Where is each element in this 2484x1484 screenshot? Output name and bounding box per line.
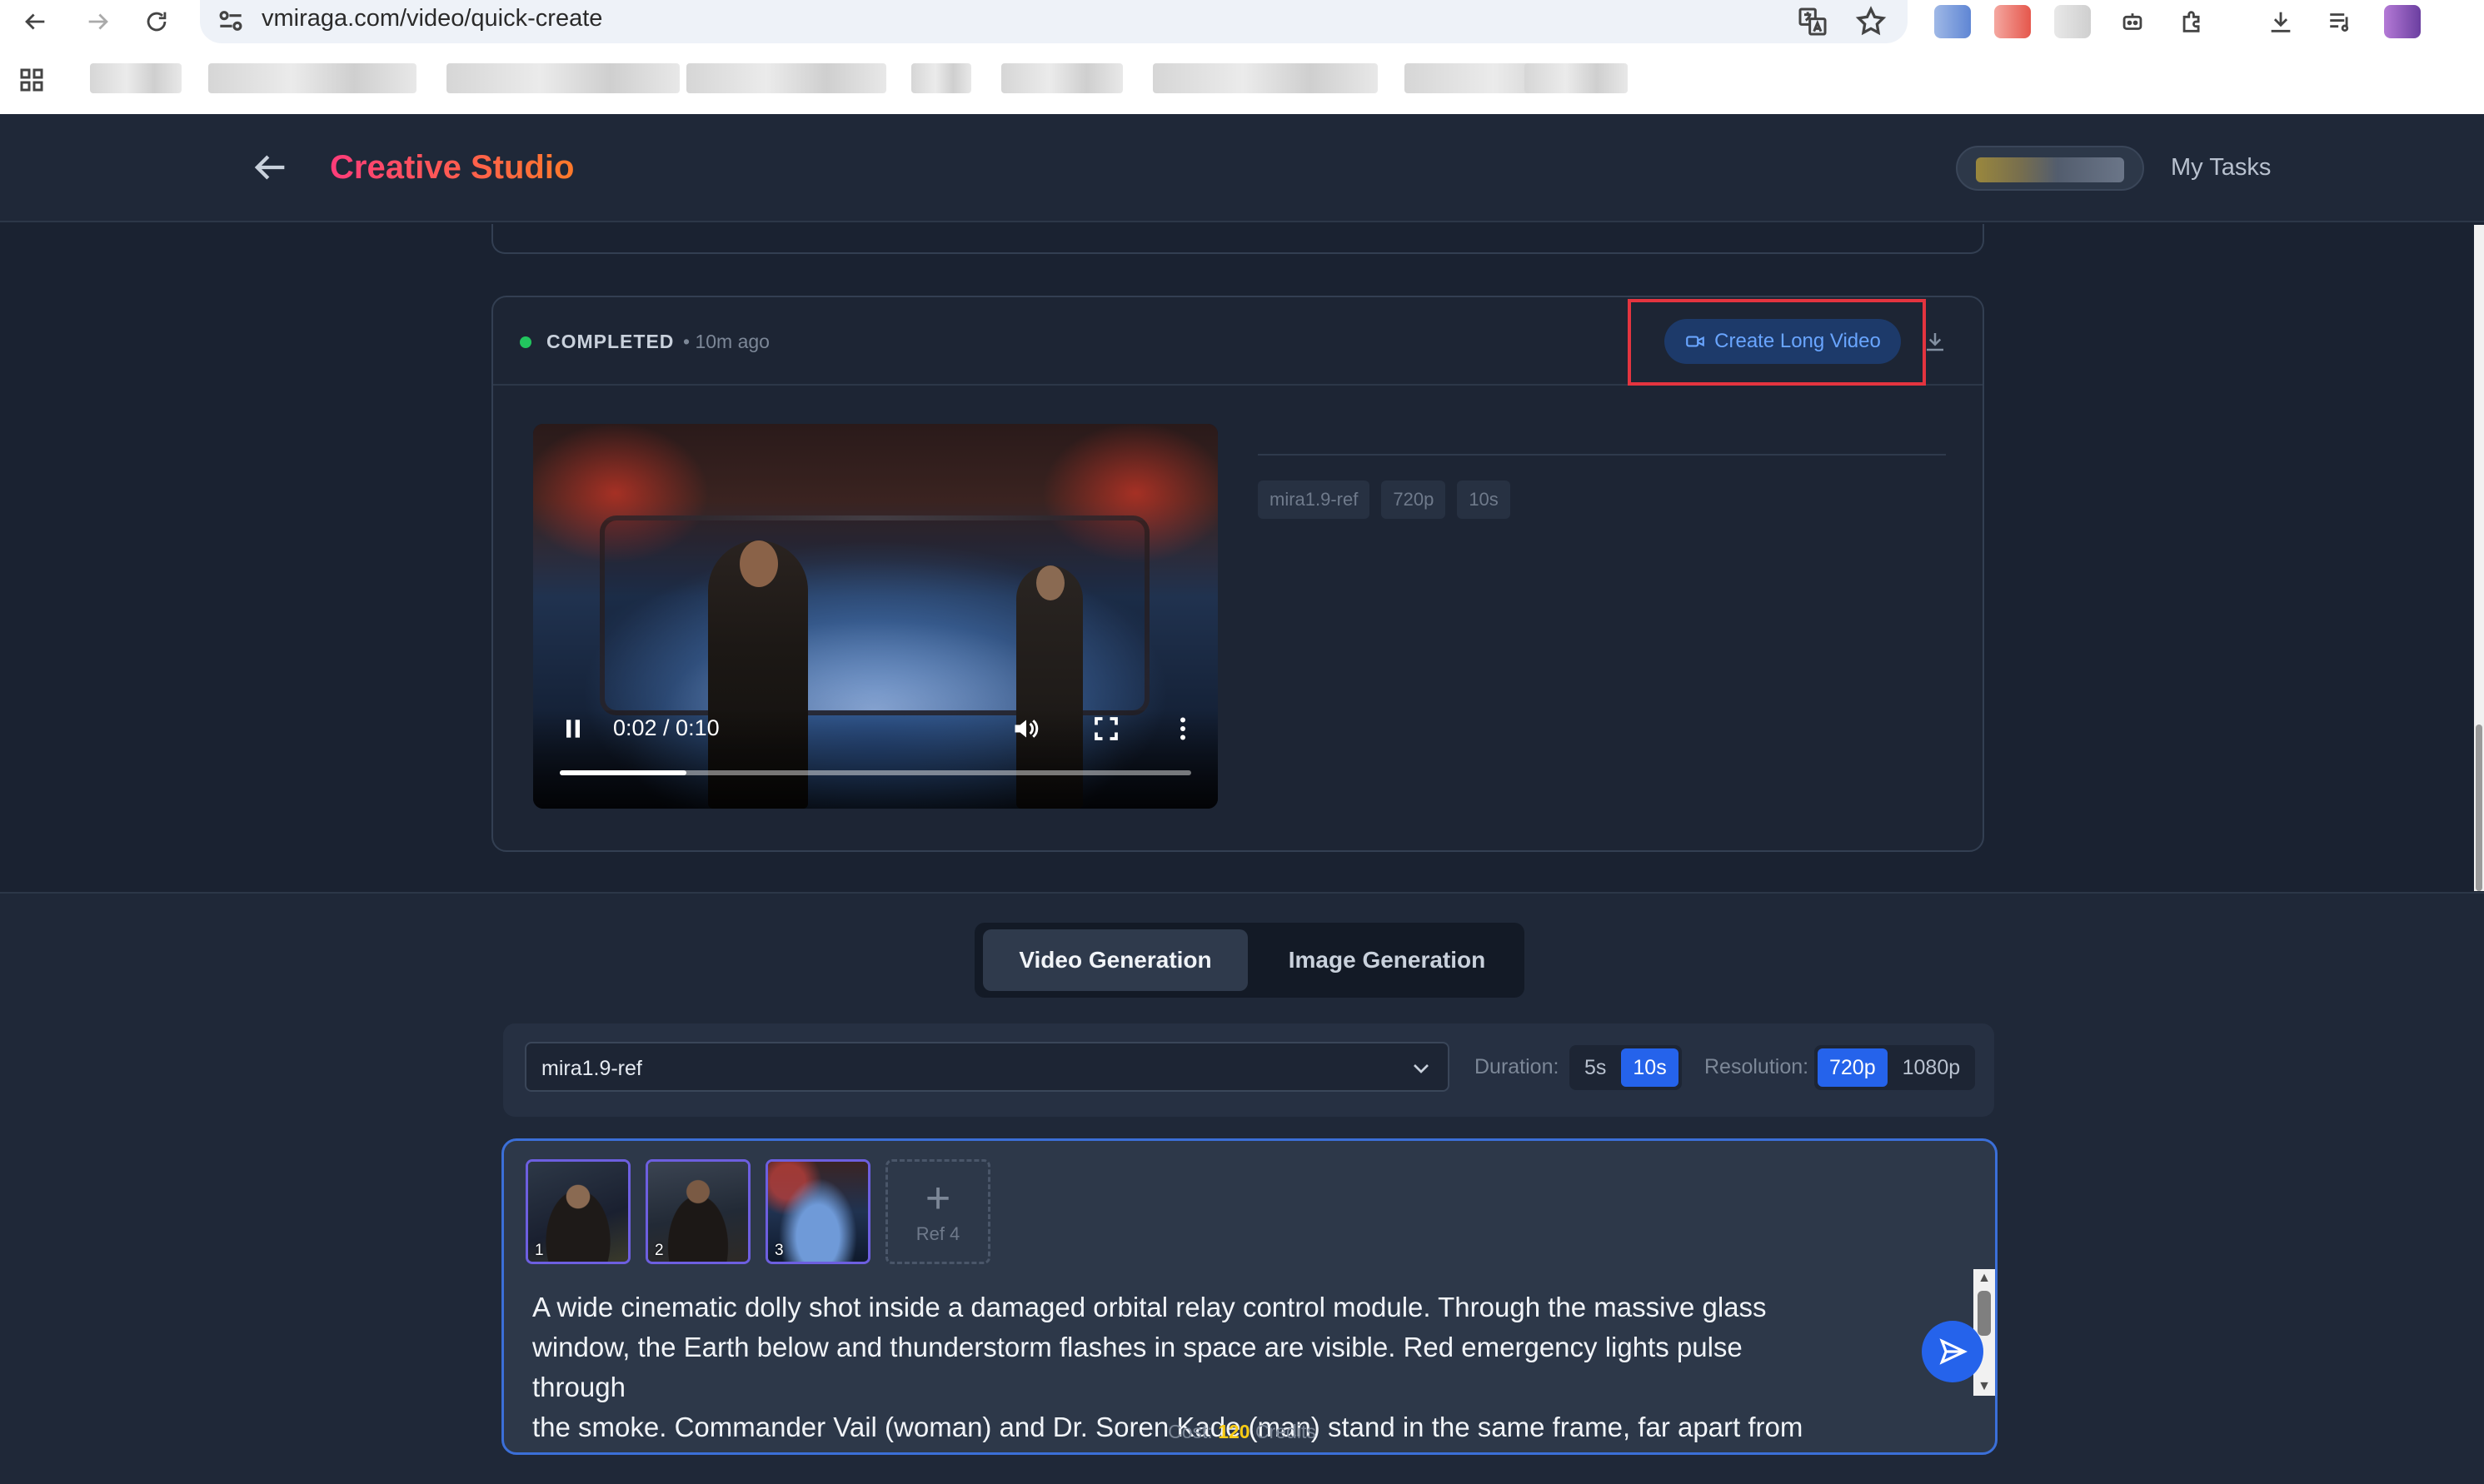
browser-chrome: vmiraga.com/video/quick-create: [0, 0, 2484, 114]
duration-5s[interactable]: 5s: [1573, 1048, 1618, 1087]
account-pill[interactable]: [1956, 146, 2144, 191]
extension-icon-3[interactable]: [2054, 5, 2091, 38]
bookmark-item[interactable]: [1001, 63, 1123, 93]
app-header: Creative Studio My Tasks: [0, 114, 2484, 222]
resolution-1080p[interactable]: 1080p: [1891, 1048, 1973, 1087]
model-select[interactable]: mira1.9-ref: [525, 1042, 1449, 1092]
bookmark-star-icon[interactable]: [1854, 5, 1888, 38]
reference-image[interactable]: 2: [646, 1159, 751, 1264]
address-bar[interactable]: vmiraga.com/video/quick-create: [200, 0, 1908, 43]
status-time: • 10m ago: [683, 331, 770, 352]
back-icon[interactable]: [17, 3, 53, 40]
duration-toggle: 5s 10s: [1569, 1045, 1682, 1090]
task-card: COMPLETED • 10m ago Create Long Video 0:…: [491, 296, 1984, 852]
add-reference-label: Ref 4: [915, 1223, 960, 1244]
bookmark-item[interactable]: [208, 63, 416, 93]
scroll-up-icon[interactable]: ▲: [1977, 1271, 1992, 1286]
robot-extension-icon[interactable]: [2114, 3, 2151, 40]
more-options-icon[interactable]: [1168, 714, 1198, 744]
volume-icon[interactable]: [1011, 714, 1041, 744]
resolution-toggle: 720p 1080p: [1814, 1045, 1976, 1090]
bookmark-item[interactable]: [90, 63, 182, 93]
cost-label: Cost:: [1168, 1421, 1213, 1442]
scroll-thumb[interactable]: [1978, 1291, 1991, 1336]
prompt-box[interactable]: 1 2 3 + Ref 4 A wide cinematic dolly sho…: [501, 1138, 1998, 1455]
previous-task-card: [491, 224, 1984, 254]
model-select-value: mira1.9-ref: [541, 1057, 642, 1080]
generation-settings: mira1.9-ref Duration: 5s 10s Resolution:…: [503, 1023, 1994, 1117]
tag-duration: 10s: [1457, 481, 1510, 519]
resolution-label: Resolution:: [1704, 1055, 1809, 1078]
add-reference-button[interactable]: + Ref 4: [885, 1159, 990, 1264]
reference-number: 3: [775, 1242, 784, 1259]
redacted-account: [1976, 157, 2124, 182]
page-scrollbar[interactable]: [2474, 225, 2484, 891]
fullscreen-icon[interactable]: [1091, 714, 1121, 744]
bookmarks-bar: [0, 60, 2484, 100]
pause-icon[interactable]: [560, 715, 586, 742]
cost-unit: Credits: [1254, 1421, 1316, 1442]
video-progress-fill: [560, 770, 686, 775]
bookmark-item[interactable]: [686, 63, 886, 93]
tab-image-generation[interactable]: Image Generation: [1258, 929, 1516, 991]
tab-video-generation[interactable]: Video Generation: [983, 929, 1248, 991]
my-tasks-link[interactable]: My Tasks: [2171, 154, 2271, 182]
extension-icon-1[interactable]: [1934, 5, 1971, 38]
scroll-down-icon[interactable]: ▼: [1977, 1379, 1992, 1394]
task-tags: mira1.9-ref 720p 10s: [1258, 481, 1510, 519]
reference-image[interactable]: 3: [766, 1159, 870, 1264]
status-label: COMPLETED: [546, 331, 675, 352]
tag-resolution: 720p: [1381, 481, 1446, 519]
reload-icon[interactable]: [138, 3, 175, 40]
video-camera-icon: [1686, 336, 1704, 347]
tag-model: mira1.9-ref: [1258, 481, 1370, 519]
cost-line: Cost: 120 Credits: [0, 1421, 2484, 1443]
site-info-icon[interactable]: [215, 5, 247, 37]
reference-number: 1: [535, 1242, 544, 1259]
bookmark-item[interactable]: [446, 63, 680, 93]
download-icon[interactable]: [1923, 329, 1948, 354]
reference-images: 1 2 3 + Ref 4: [526, 1159, 990, 1264]
reference-number: 2: [655, 1242, 664, 1259]
duration-label: Duration:: [1474, 1055, 1559, 1078]
reference-image[interactable]: 1: [526, 1159, 631, 1264]
task-card-header: COMPLETED • 10m ago Create Long Video: [493, 297, 1983, 386]
chevron-down-icon: [1408, 1055, 1434, 1082]
extensions-puzzle-icon[interactable]: [2174, 3, 2211, 40]
mode-tabs: Video Generation Image Generation: [975, 923, 1524, 998]
media-queue-icon[interactable]: [2322, 3, 2359, 40]
url-text[interactable]: vmiraga.com/video/quick-create: [262, 5, 602, 32]
create-long-video-label: Create Long Video: [1714, 330, 1881, 352]
cost-amount: 120: [1218, 1421, 1250, 1442]
downloads-icon[interactable]: [2262, 3, 2299, 40]
bookmark-item[interactable]: [1524, 63, 1628, 93]
send-icon: [1939, 1338, 1968, 1365]
create-long-video-button[interactable]: Create Long Video: [1664, 319, 1901, 364]
video-time: 0:02 / 0:10: [613, 715, 720, 740]
extension-icon-2[interactable]: [1994, 5, 2031, 38]
video-player[interactable]: 0:02 / 0:10: [533, 424, 1218, 809]
composer-panel: Video Generation Image Generation mira1.…: [0, 892, 2484, 1484]
plus-icon: +: [925, 1174, 951, 1223]
video-progress-bar[interactable]: [560, 770, 1191, 775]
bookmark-item[interactable]: [1153, 63, 1378, 93]
bookmark-item[interactable]: [911, 63, 971, 93]
status-dot: [520, 336, 531, 348]
back-arrow-icon[interactable]: [248, 146, 292, 189]
duration-10s[interactable]: 10s: [1621, 1048, 1678, 1087]
brand-title: Creative Studio: [330, 149, 575, 186]
translate-icon[interactable]: [1796, 5, 1829, 38]
send-button[interactable]: [1922, 1321, 1983, 1382]
meta-divider: [1258, 454, 1946, 456]
resolution-720p[interactable]: 720p: [1818, 1048, 1888, 1087]
profile-avatar[interactable]: [2384, 5, 2421, 38]
forward-icon[interactable]: [80, 3, 117, 40]
